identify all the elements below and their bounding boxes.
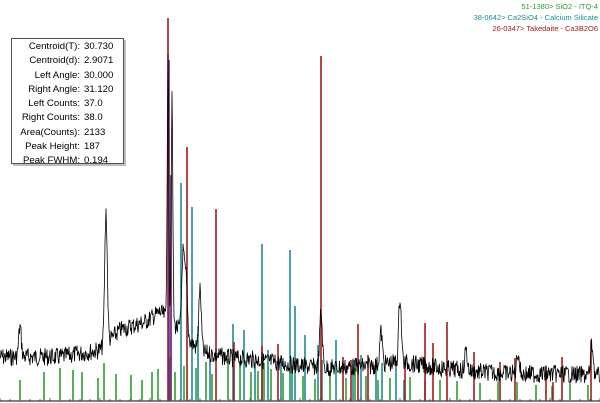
peak-info-value: 0.194 [84, 155, 109, 167]
peak-info-key: Centroid(T): [28, 41, 80, 52]
peak-info-row: Peak Height: 187 [12, 140, 113, 154]
peak-info-key: Right Counts: [21, 112, 80, 124]
peak-info-value: 30.730 [84, 41, 114, 52]
peak-info-value: 2133 [84, 126, 106, 138]
peak-info-value: 187 [84, 141, 101, 153]
peak-info-row: Right Angle: 31.120 [12, 83, 113, 97]
peak-info-row: Left Counts: 37.0 [12, 97, 113, 111]
peak-info-value: 37.0 [84, 98, 103, 110]
peak-info-value: 38.0 [84, 112, 103, 124]
peak-info-value: 30.000 [84, 69, 114, 81]
peak-info-row: Left Angle: 30.000 [12, 69, 114, 83]
peak-info-row: Peak FWHM: 0.194 [12, 154, 113, 168]
legend-entry-sio2: 51-1380> SiO2 - ITQ-4 [521, 2, 599, 11]
peak-info-box: Centroid(T): 30.730 Centroid(d): 2.9071 Le… [11, 38, 124, 166]
peak-info-value: 2.9071 [84, 55, 114, 67]
peak-info-key: Left Counts: [28, 98, 80, 110]
peak-info-key: Centroid(d): [29, 55, 80, 67]
peak-info-key: Left Angle: [34, 69, 80, 81]
peak-info-key: Right Angle: [28, 83, 80, 95]
peak-info-row: Centroid(T): 30.730 [12, 40, 114, 54]
legend-entry-ca2sio4: 38-0642> Ca2SiO4 - Calcium Silicate [473, 13, 598, 22]
peak-info-row: Right Counts: 38.0 [12, 111, 113, 125]
peak-info-row: Area(Counts): 2133 [12, 126, 113, 140]
peak-info-row: Centroid(d): 2.9071 [12, 54, 113, 68]
x-axis-ticks [0, 398, 600, 401]
legend-entry-takedaite: 26-0347> Takedaite - Ca3B2O6 [492, 24, 598, 33]
peak-info-key: Peak Height: [25, 141, 80, 153]
peak-info-key: Peak FWHM: [22, 155, 80, 167]
peak-info-value: 31.120 [84, 83, 114, 95]
phase-legend: 51-1380> SiO2 - ITQ-4 38-0642> Ca2SiO4 -… [474, 1, 598, 34]
peak-info-key: Area(Counts): [20, 126, 80, 138]
peak-info-table: Centroid(T): 30.730 Centroid(d): 2.9071 Le… [12, 40, 113, 169]
